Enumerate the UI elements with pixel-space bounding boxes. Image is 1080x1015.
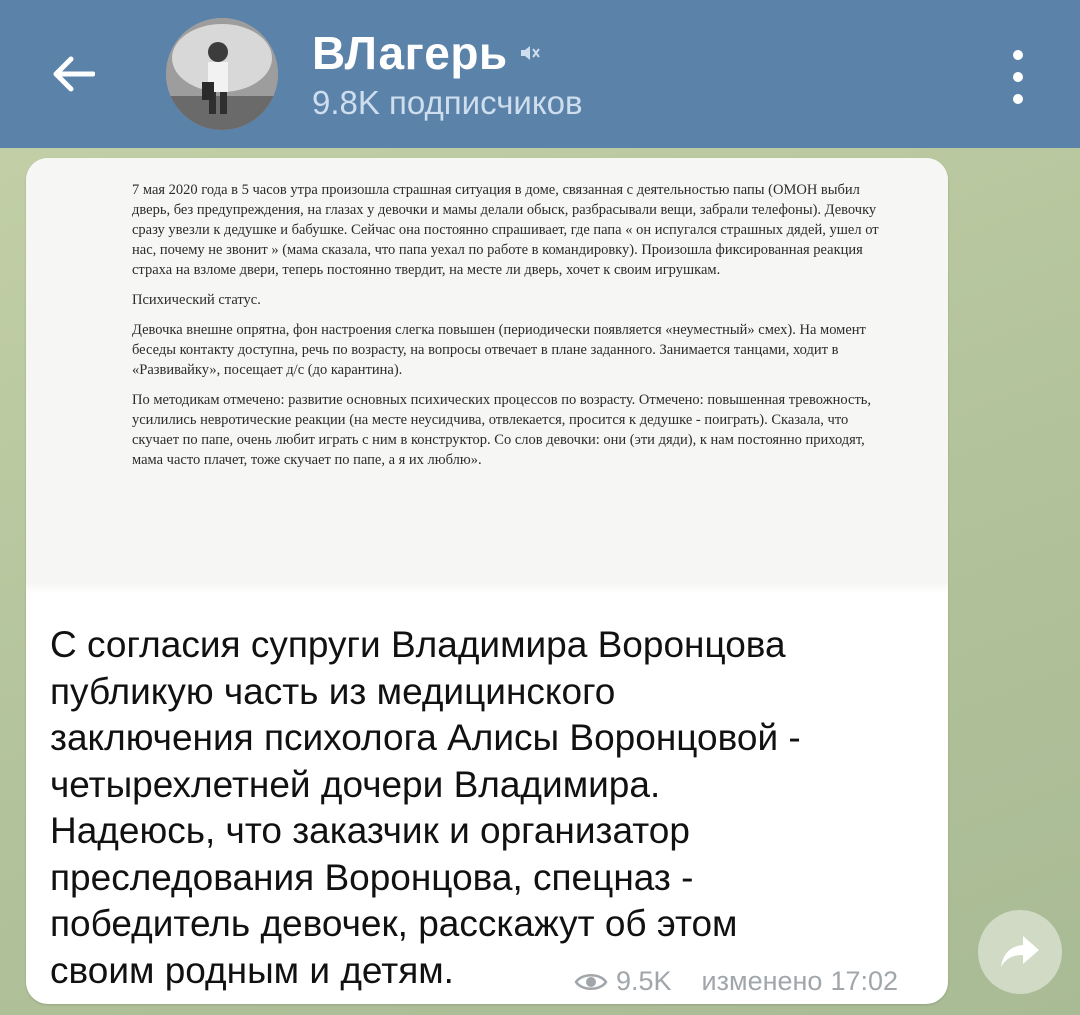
message-bubble[interactable]: 7 мая 2020 года в 5 часов утра произошла… [26, 158, 948, 1004]
channel-title[interactable]: ВЛагерь [312, 26, 542, 80]
back-button[interactable] [40, 44, 106, 104]
eye-icon [574, 973, 608, 990]
menu-dot [1013, 94, 1023, 104]
document-photo[interactable]: 7 мая 2020 года в 5 часов утра произошла… [26, 158, 948, 594]
avatar-photo [166, 18, 278, 130]
message-time: 17:02 [830, 966, 899, 996]
more-vertical-icon[interactable] [1000, 50, 1036, 104]
document-paragraph: 7 мая 2020 года в 5 часов утра произошла… [132, 182, 879, 278]
message-text: С согласия супруги Владимира Воронцова п… [50, 624, 801, 991]
document-paragraph: Девочка внешне опрятна, фон настроения с… [132, 322, 866, 378]
view-count: 9.5K [616, 966, 672, 996]
document-paragraph: По методикам отмечено: развитие основных… [132, 392, 872, 468]
share-button[interactable] [978, 910, 1062, 994]
edited-label: изменено [701, 966, 823, 996]
channel-header: ВЛагерь 9.8K подписчиков [0, 0, 1080, 148]
share-arrow-icon [1001, 936, 1039, 967]
menu-dot [1013, 72, 1023, 82]
channel-name: ВЛагерь [312, 27, 508, 79]
image-edge [26, 582, 948, 594]
document-paragraph: Психический статус. [132, 292, 261, 308]
message-meta: 9.5K изменено 17:02 [574, 966, 898, 997]
back-arrow-icon [53, 56, 95, 92]
muted-speaker-icon [520, 46, 540, 60]
menu-dot [1013, 50, 1023, 60]
subscriber-count: 9.8K подписчиков [312, 84, 583, 121]
document-text: 7 мая 2020 года в 5 часов утра произошла… [132, 180, 892, 480]
channel-avatar[interactable] [166, 18, 278, 130]
